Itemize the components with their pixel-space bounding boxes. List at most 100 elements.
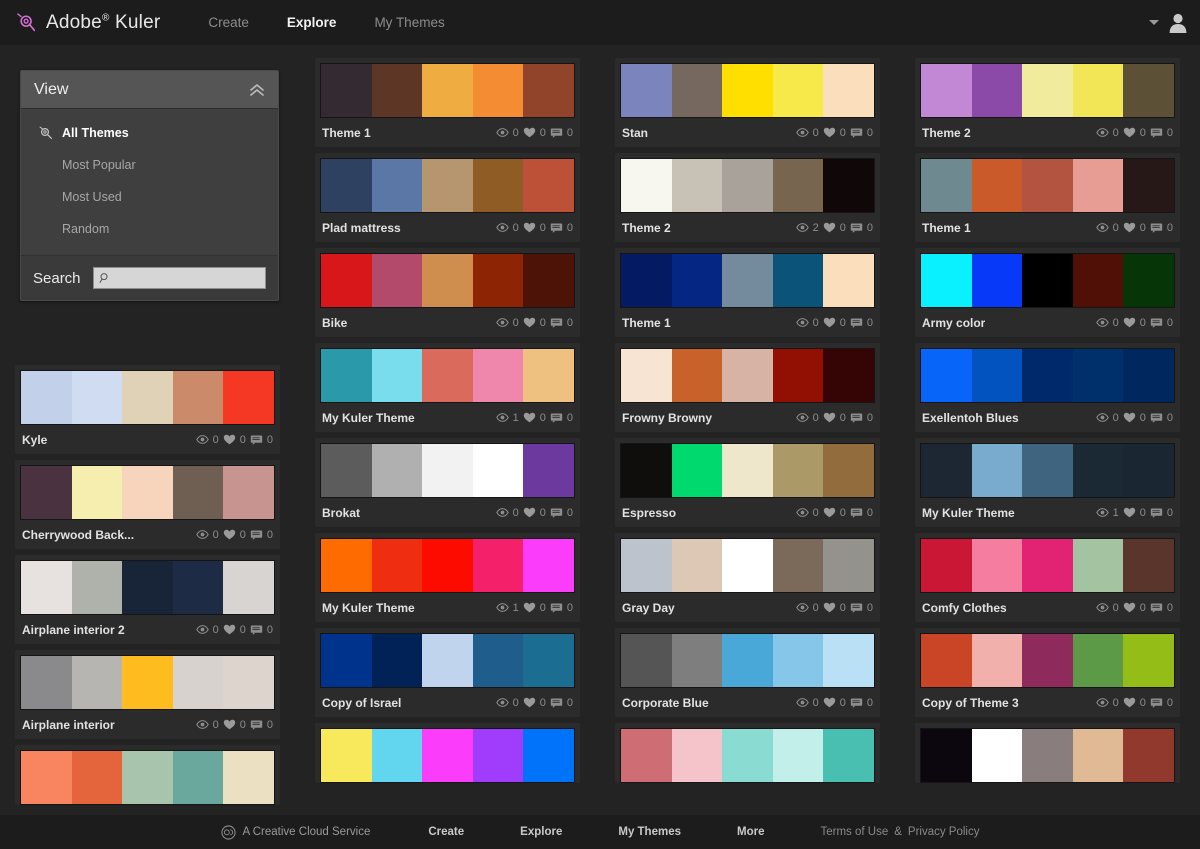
color-swatch[interactable] xyxy=(321,254,372,307)
color-swatch[interactable] xyxy=(823,254,874,307)
theme-title[interactable]: My Kuler Theme xyxy=(322,411,415,425)
footer-link-explore[interactable]: Explore xyxy=(520,826,562,838)
color-swatch[interactable] xyxy=(422,254,473,307)
nav-item-my-themes[interactable]: My Themes xyxy=(374,15,444,30)
color-swatch[interactable] xyxy=(21,751,72,804)
nav-item-create[interactable]: Create xyxy=(208,15,249,30)
color-swatch[interactable] xyxy=(1123,159,1174,212)
color-swatch[interactable] xyxy=(172,751,224,804)
theme-title[interactable]: Frowny Browny xyxy=(622,411,712,425)
color-swatch[interactable] xyxy=(823,159,874,212)
footer-link-my-themes[interactable]: My Themes xyxy=(618,826,681,838)
color-swatch[interactable] xyxy=(523,64,574,117)
color-swatch[interactable] xyxy=(172,466,224,519)
color-swatch[interactable] xyxy=(1022,444,1073,497)
color-swatch[interactable] xyxy=(21,466,72,519)
color-swatch[interactable] xyxy=(671,254,723,307)
color-swatch[interactable] xyxy=(422,64,473,117)
theme-title[interactable]: Exellentoh Blues xyxy=(922,411,1019,425)
theme-card[interactable]: Frowny Browny 0 0 0 xyxy=(615,343,880,432)
color-swatch[interactable] xyxy=(321,634,372,687)
color-swatch[interactable] xyxy=(1123,634,1174,687)
color-swatch[interactable] xyxy=(371,64,423,117)
theme-card[interactable]: Airplane interior 0 0 0 xyxy=(15,650,280,739)
color-swatch[interactable] xyxy=(71,561,123,614)
theme-card[interactable]: Brokat 0 0 0 xyxy=(315,438,580,527)
theme-swatches[interactable] xyxy=(20,560,275,615)
theme-swatches[interactable] xyxy=(320,158,575,213)
color-swatch[interactable] xyxy=(523,254,574,307)
theme-card[interactable]: My Kuler Theme 1 0 0 xyxy=(315,533,580,622)
color-swatch[interactable] xyxy=(321,729,372,782)
color-swatch[interactable] xyxy=(772,444,824,497)
color-swatch[interactable] xyxy=(621,254,672,307)
color-swatch[interactable] xyxy=(523,729,574,782)
color-swatch[interactable] xyxy=(422,349,473,402)
theme-card[interactable] xyxy=(315,723,580,783)
theme-title[interactable]: Army color xyxy=(922,316,985,330)
footer-link-create[interactable]: Create xyxy=(428,826,464,838)
color-swatch[interactable] xyxy=(1022,64,1073,117)
color-swatch[interactable] xyxy=(722,729,773,782)
theme-title[interactable]: Theme 1 xyxy=(922,221,971,235)
color-swatch[interactable] xyxy=(921,254,972,307)
theme-title[interactable]: Theme 2 xyxy=(922,126,971,140)
color-swatch[interactable] xyxy=(472,159,524,212)
color-swatch[interactable] xyxy=(921,729,972,782)
theme-card[interactable]: My Kuler Theme 1 0 0 xyxy=(915,438,1180,527)
color-swatch[interactable] xyxy=(371,254,423,307)
theme-title[interactable]: Copy of Israel xyxy=(322,696,401,710)
color-swatch[interactable] xyxy=(823,349,874,402)
color-swatch[interactable] xyxy=(371,729,423,782)
theme-swatches[interactable] xyxy=(620,443,875,498)
color-swatch[interactable] xyxy=(722,349,773,402)
color-swatch[interactable] xyxy=(1123,64,1174,117)
color-swatch[interactable] xyxy=(71,371,123,424)
user-avatar-icon[interactable] xyxy=(1168,12,1188,34)
color-swatch[interactable] xyxy=(671,159,723,212)
color-swatch[interactable] xyxy=(472,64,524,117)
color-swatch[interactable] xyxy=(122,466,173,519)
theme-swatches[interactable] xyxy=(620,538,875,593)
theme-card[interactable]: Comfy Clothes 0 0 0 xyxy=(915,533,1180,622)
color-swatch[interactable] xyxy=(472,634,524,687)
theme-title[interactable]: Theme 1 xyxy=(322,126,371,140)
color-swatch[interactable] xyxy=(971,634,1023,687)
theme-title[interactable]: Airplane interior xyxy=(22,718,115,732)
color-swatch[interactable] xyxy=(823,64,874,117)
color-swatch[interactable] xyxy=(223,466,274,519)
theme-card[interactable]: Bike 0 0 0 xyxy=(315,248,580,337)
theme-card[interactable]: Theme 2000 xyxy=(915,58,1180,147)
color-swatch[interactable] xyxy=(172,371,224,424)
theme-swatches[interactable] xyxy=(20,370,275,425)
theme-title[interactable]: Espresso xyxy=(622,506,676,520)
theme-swatches[interactable] xyxy=(620,253,875,308)
color-swatch[interactable] xyxy=(21,561,72,614)
theme-card[interactable]: Exellentoh Blues 0 0 0 xyxy=(915,343,1180,432)
theme-card[interactable]: Plad mattress 0 0 0 xyxy=(315,153,580,242)
color-swatch[interactable] xyxy=(621,634,672,687)
color-swatch[interactable] xyxy=(321,539,372,592)
color-swatch[interactable] xyxy=(971,349,1023,402)
theme-swatches[interactable] xyxy=(620,348,875,403)
theme-swatches[interactable] xyxy=(920,158,1175,213)
color-swatch[interactable] xyxy=(823,634,874,687)
theme-card[interactable]: Theme 1000 xyxy=(615,248,880,337)
theme-card[interactable]: Kyle 0 0 0 xyxy=(15,365,280,454)
theme-swatches[interactable] xyxy=(620,728,875,783)
theme-swatches[interactable] xyxy=(320,728,575,783)
color-swatch[interactable] xyxy=(371,159,423,212)
color-swatch[interactable] xyxy=(823,729,874,782)
color-swatch[interactable] xyxy=(921,64,972,117)
theme-card[interactable] xyxy=(15,745,280,805)
color-swatch[interactable] xyxy=(1123,254,1174,307)
color-swatch[interactable] xyxy=(71,656,123,709)
color-swatch[interactable] xyxy=(921,444,972,497)
theme-title[interactable]: My Kuler Theme xyxy=(322,601,415,615)
theme-swatches[interactable] xyxy=(620,633,875,688)
theme-card[interactable]: Cherrywood Back... 0 0 0 xyxy=(15,460,280,549)
theme-card[interactable]: Theme 1000 xyxy=(915,153,1180,242)
color-swatch[interactable] xyxy=(172,561,224,614)
theme-card[interactable]: Theme 1000 xyxy=(315,58,580,147)
theme-swatches[interactable] xyxy=(620,158,875,213)
